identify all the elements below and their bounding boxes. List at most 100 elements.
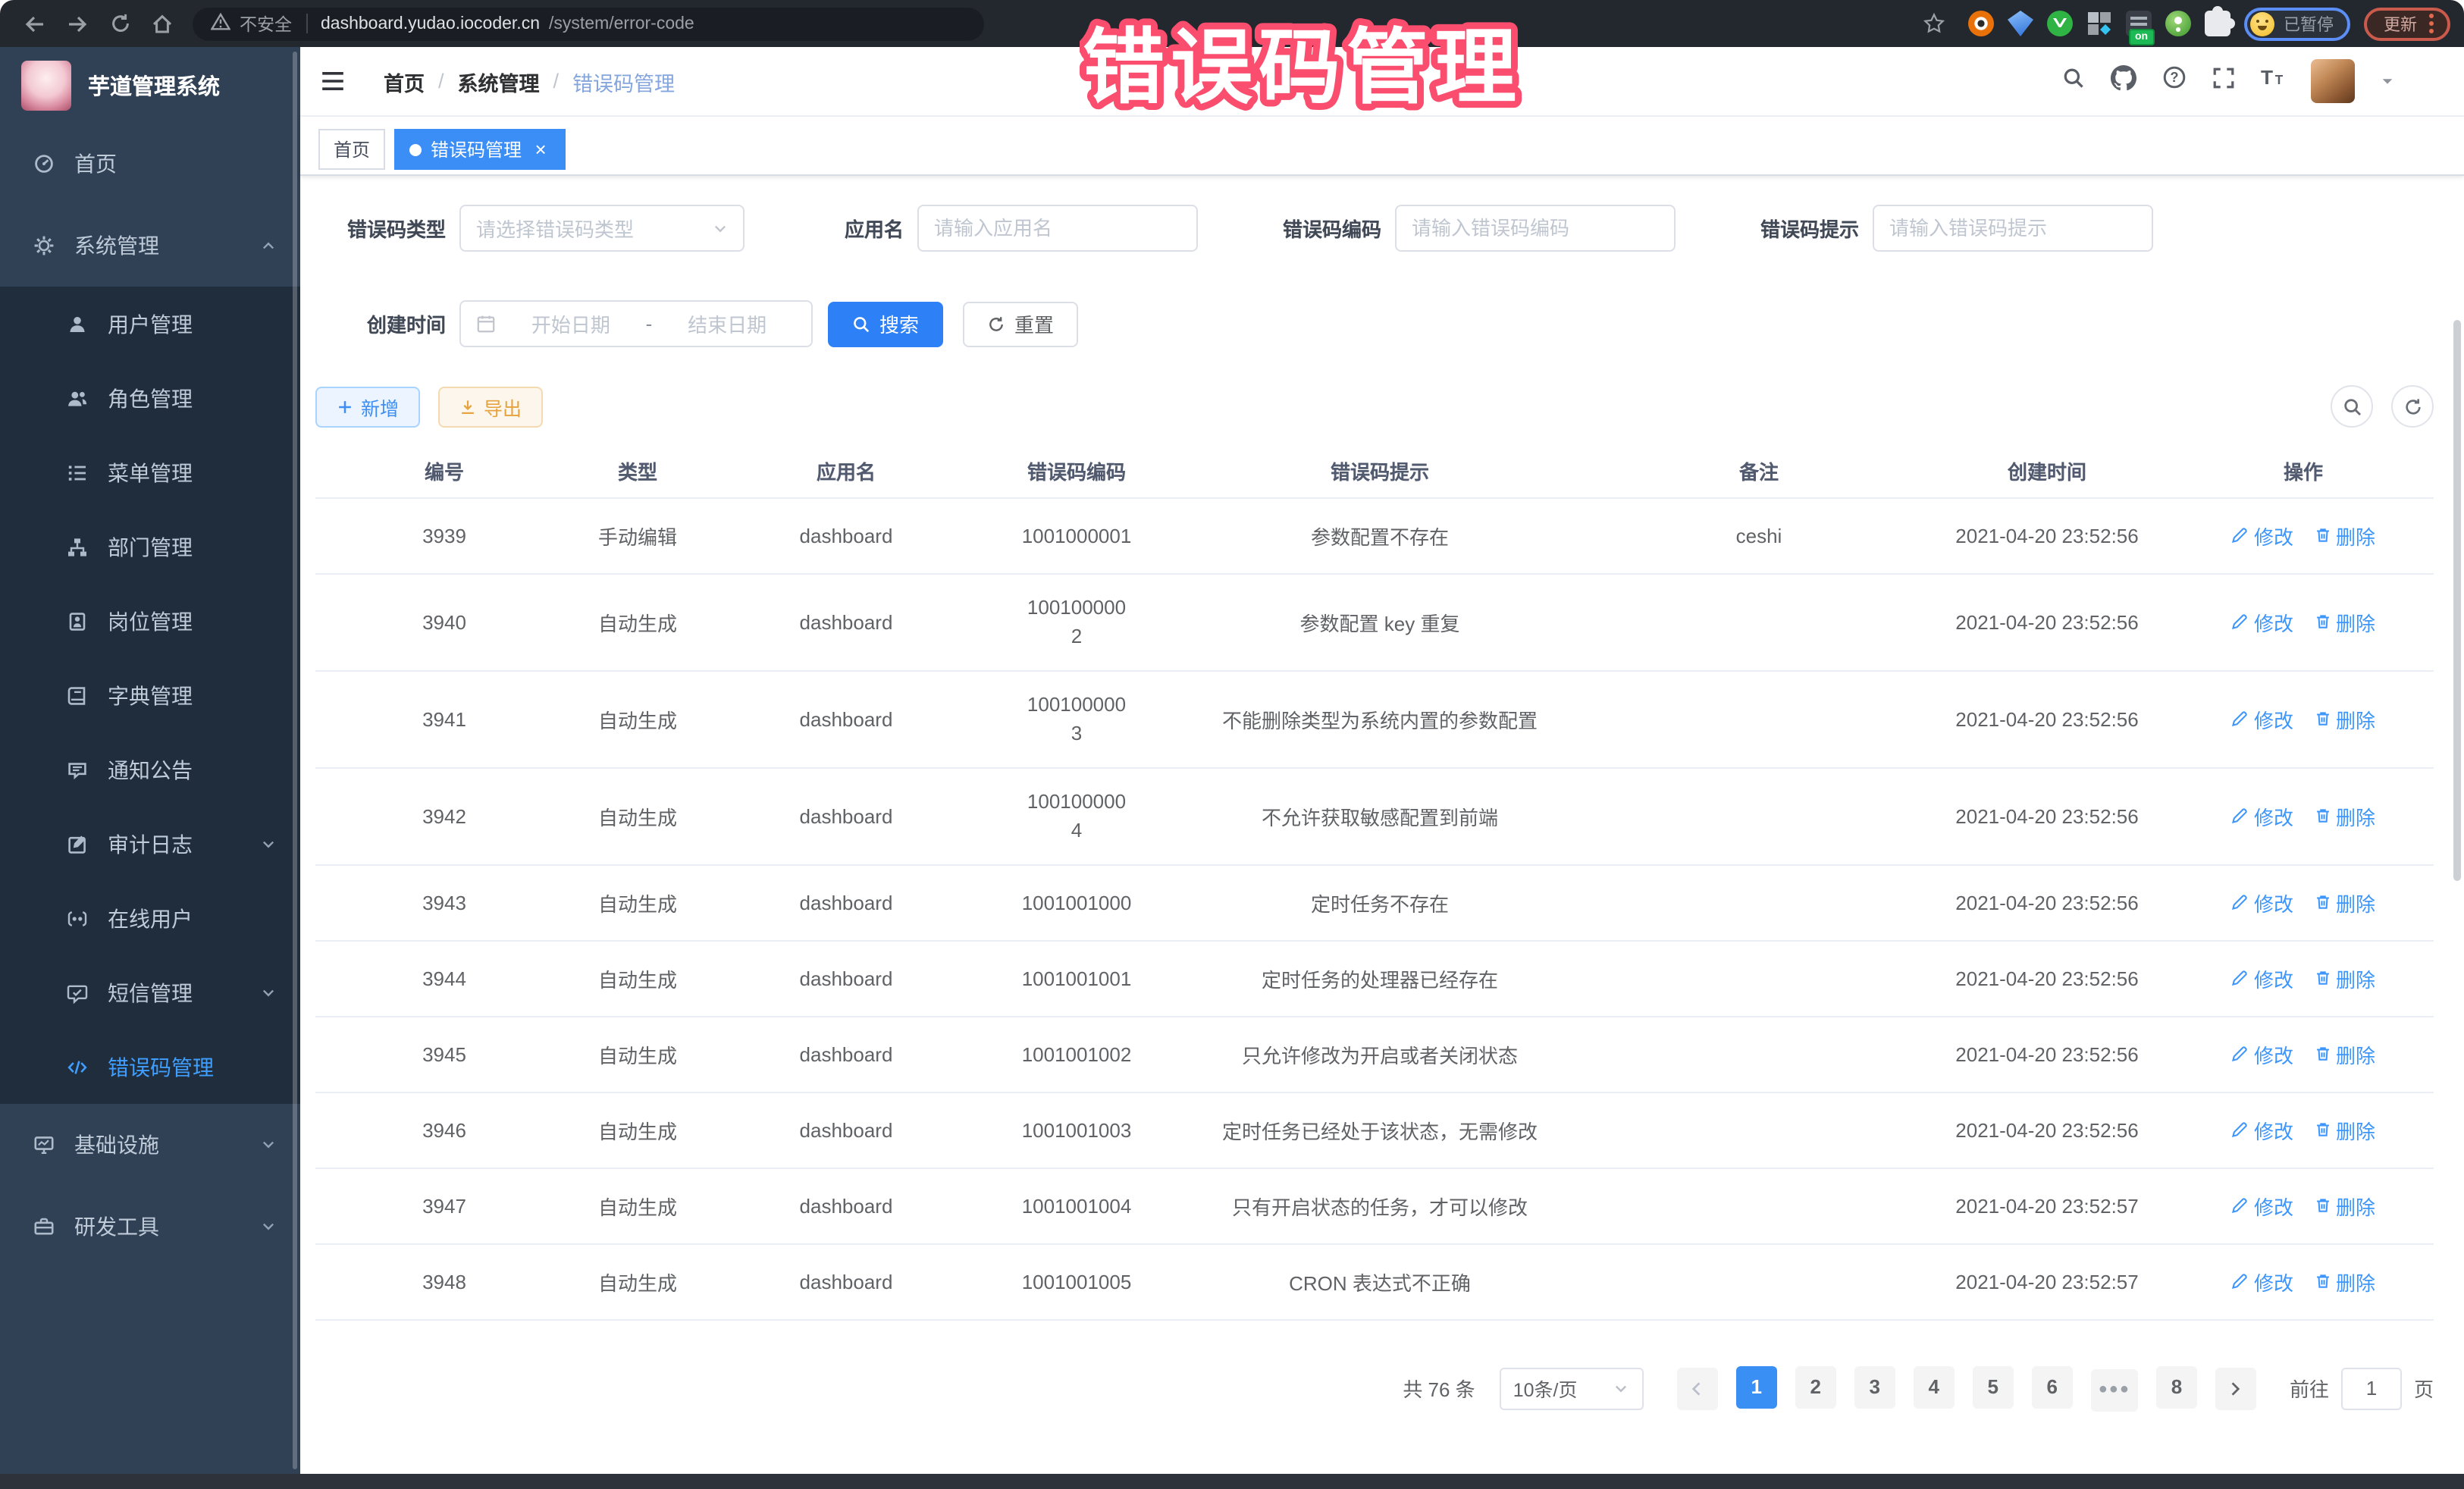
add-button[interactable]: 新增 xyxy=(315,386,420,427)
delete-link[interactable]: 删除 xyxy=(2313,1191,2375,1220)
delete-link[interactable]: 删除 xyxy=(2313,521,2375,550)
sidebar-item-online-user[interactable]: 在线用户 xyxy=(0,881,300,955)
prev-page-button[interactable] xyxy=(1677,1367,1718,1409)
page-button-3[interactable]: 3 xyxy=(1854,1365,1895,1408)
screen: 不安全 dashboard.yudao.iocoder.cn/system/er… xyxy=(0,0,2464,1489)
browser-home-button[interactable] xyxy=(146,7,179,40)
sidebar-item-error-code[interactable]: 错误码管理 xyxy=(0,1030,300,1104)
browser-profile-button[interactable]: 已暂停 xyxy=(2244,7,2350,40)
column-header[interactable]: 备注 xyxy=(1597,446,1921,497)
address-bar[interactable]: 不安全 dashboard.yudao.iocoder.cn/system/er… xyxy=(193,7,984,40)
help-icon[interactable]: ? xyxy=(2162,65,2187,97)
extension-icon[interactable] xyxy=(2047,11,2073,36)
search-icon[interactable] xyxy=(2062,66,2085,96)
page-button-1[interactable]: 1 xyxy=(1736,1365,1777,1408)
extension-icon[interactable]: on xyxy=(2126,11,2152,36)
page-size-select[interactable]: 10条/页 xyxy=(1500,1367,1644,1409)
next-page-button[interactable] xyxy=(2215,1367,2256,1409)
edit-link[interactable]: 修改 xyxy=(2231,1267,2293,1296)
edit-link[interactable]: 修改 xyxy=(2231,704,2293,733)
error-type-select[interactable]: 请选择错误码类型 xyxy=(459,205,745,252)
browser-back-button[interactable] xyxy=(18,7,52,40)
sms-icon xyxy=(67,982,88,1003)
export-button[interactable]: 导出 xyxy=(438,386,543,427)
sidebar-item-sms[interactable]: 短信管理 xyxy=(0,955,300,1030)
delete-link[interactable]: 删除 xyxy=(2313,801,2375,830)
column-header[interactable]: 应用名 xyxy=(702,446,990,497)
chevron-down-icon[interactable] xyxy=(2381,67,2394,95)
delete-link[interactable]: 删除 xyxy=(2313,964,2375,992)
sidebar-scrollbar[interactable] xyxy=(293,52,297,1469)
close-tag-icon[interactable]: × xyxy=(531,139,550,159)
reset-button[interactable]: 重置 xyxy=(963,301,1078,346)
window-scrollbar[interactable] xyxy=(2453,320,2461,881)
sidebar-item-home[interactable]: 首页 xyxy=(0,123,300,205)
extensions-puzzle-icon[interactable] xyxy=(2205,11,2230,36)
edit-link[interactable]: 修改 xyxy=(2231,521,2293,550)
delete-link[interactable]: 删除 xyxy=(2313,1039,2375,1068)
edit-link[interactable]: 修改 xyxy=(2231,1115,2293,1144)
sidebar-item-dev-tool[interactable]: 研发工具 xyxy=(0,1186,300,1268)
extension-icon[interactable] xyxy=(2165,11,2191,36)
extension-icon[interactable] xyxy=(2008,11,2033,36)
error-code-input[interactable] xyxy=(1395,205,1676,252)
page-button-6[interactable]: 6 xyxy=(2032,1365,2073,1408)
browser-update-button[interactable]: 更新 xyxy=(2364,7,2450,40)
column-header[interactable]: 创建时间 xyxy=(1921,446,2173,497)
column-header[interactable]: 错误码编码 xyxy=(990,446,1163,497)
edit-link[interactable]: 修改 xyxy=(2231,1039,2293,1068)
hamburger-icon[interactable] xyxy=(312,61,352,101)
error-hint-input[interactable] xyxy=(1873,205,2153,252)
edit-link[interactable]: 修改 xyxy=(2231,964,2293,992)
edit-icon xyxy=(2231,893,2249,911)
fullscreen-icon[interactable] xyxy=(2212,66,2235,96)
sidebar-item-audit-log[interactable]: 审计日志 xyxy=(0,807,300,881)
delete-link[interactable]: 删除 xyxy=(2313,1267,2375,1296)
sidebar-item-notice[interactable]: 通知公告 xyxy=(0,732,300,807)
bookmark-star-icon[interactable] xyxy=(1917,7,1950,40)
breadcrumb-item[interactable]: 首页 xyxy=(384,66,425,96)
extension-icon[interactable] xyxy=(1968,11,1994,36)
sidebar-item-dept[interactable]: 部门管理 xyxy=(0,509,300,584)
delete-link[interactable]: 删除 xyxy=(2313,704,2375,733)
app-name-input[interactable] xyxy=(917,205,1198,252)
sidebar-item-role[interactable]: 角色管理 xyxy=(0,361,300,435)
tag-首页[interactable]: 首页 xyxy=(318,129,385,170)
column-header[interactable]: 编号 xyxy=(315,446,573,497)
sidebar-item-menu[interactable]: 菜单管理 xyxy=(0,435,300,509)
more-pages-button[interactable]: ●●● xyxy=(2091,1368,2138,1411)
refresh-table-button[interactable] xyxy=(2391,385,2434,428)
breadcrumb-item[interactable]: 系统管理 xyxy=(458,66,540,96)
user-avatar[interactable] xyxy=(2311,59,2355,103)
extension-icon[interactable] xyxy=(2086,11,2112,36)
page-button-2[interactable]: 2 xyxy=(1795,1365,1836,1408)
page-button-8[interactable]: 8 xyxy=(2156,1365,2197,1408)
font-size-icon[interactable]: TT xyxy=(2261,65,2285,97)
sidebar-item-dict[interactable]: 字典管理 xyxy=(0,658,300,732)
page-button-4[interactable]: 4 xyxy=(1914,1365,1955,1408)
delete-link[interactable]: 删除 xyxy=(2313,607,2375,636)
column-header[interactable]: 操作 xyxy=(2173,446,2434,497)
sidebar-item-system[interactable]: 系统管理 xyxy=(0,205,300,287)
column-header[interactable]: 错误码提示 xyxy=(1163,446,1597,497)
delete-link[interactable]: 删除 xyxy=(2313,888,2375,917)
tag-错误码管理[interactable]: 错误码管理× xyxy=(394,129,566,170)
sidebar-item-user[interactable]: 用户管理 xyxy=(0,287,300,361)
sidebar-item-infra[interactable]: 基础设施 xyxy=(0,1104,300,1186)
edit-link[interactable]: 修改 xyxy=(2231,1191,2293,1220)
app-logo[interactable]: 芋道管理系统 xyxy=(0,47,300,123)
delete-link[interactable]: 删除 xyxy=(2313,1115,2375,1144)
sidebar-item-post[interactable]: 岗位管理 xyxy=(0,584,300,658)
create-time-range-picker[interactable]: 开始日期 - 结束日期 xyxy=(459,300,813,347)
goto-page-input[interactable] xyxy=(2341,1367,2402,1409)
search-button[interactable]: 搜索 xyxy=(828,301,943,346)
toggle-search-button[interactable] xyxy=(2331,385,2373,428)
edit-link[interactable]: 修改 xyxy=(2231,888,2293,917)
github-icon[interactable] xyxy=(2111,64,2136,98)
column-header[interactable]: 类型 xyxy=(573,446,702,497)
browser-forward-button[interactable] xyxy=(61,7,94,40)
page-button-5[interactable]: 5 xyxy=(1973,1365,2014,1408)
edit-link[interactable]: 修改 xyxy=(2231,801,2293,830)
browser-reload-button[interactable] xyxy=(103,7,136,40)
edit-link[interactable]: 修改 xyxy=(2231,607,2293,636)
